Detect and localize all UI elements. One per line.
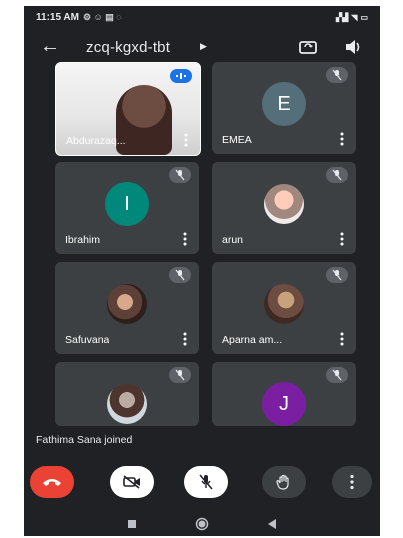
mic-off-icon <box>326 167 348 183</box>
participant-name: Aparna am... <box>222 334 283 346</box>
status-system-icons: ▞▟ ◥ ▭ <box>336 13 368 22</box>
mic-off-icon <box>326 67 348 83</box>
participant-tile[interactable]: E EMEA <box>212 62 356 154</box>
meeting-code[interactable]: zcq-kgxd-tbt <box>86 39 170 56</box>
home-icon[interactable] <box>195 517 209 531</box>
more-vert-icon <box>350 474 354 490</box>
more-options-icon[interactable] <box>181 232 189 246</box>
more-options-icon[interactable] <box>338 332 346 346</box>
camera-toggle-button[interactable] <box>110 466 154 498</box>
back-arrow-icon[interactable]: ← <box>38 34 62 58</box>
participant-tile[interactable] <box>55 362 199 426</box>
system-nav-bar <box>24 511 380 536</box>
end-call-icon <box>43 479 61 486</box>
participant-tile[interactable]: Abdurazaq... <box>55 62 201 156</box>
participant-name: arun <box>222 234 244 246</box>
more-options-icon[interactable] <box>181 332 189 346</box>
recents-icon[interactable] <box>127 519 137 529</box>
participant-avatar: I <box>105 182 149 226</box>
join-notification: Fathima Sana joined <box>36 434 133 446</box>
call-controls <box>24 464 380 504</box>
participant-tile[interactable]: Safuvana <box>55 262 199 354</box>
participant-avatar-photo <box>107 384 147 424</box>
mic-off-icon <box>169 267 191 283</box>
battery-icon: ▭ <box>360 12 368 22</box>
speaker-icon[interactable] <box>342 36 364 58</box>
participant-name: Ibrahim <box>65 234 101 246</box>
back-triangle-icon[interactable] <box>267 518 277 530</box>
participant-name: Abdurazaq... <box>66 135 126 147</box>
more-options-button[interactable] <box>332 466 372 498</box>
wifi-icon: ◥ <box>351 12 358 22</box>
camera-off-icon <box>123 475 140 489</box>
mic-off-icon <box>199 474 213 490</box>
participant-avatar: J <box>262 382 306 426</box>
switch-camera-icon[interactable] <box>297 36 319 58</box>
participant-name: EMEA <box>222 134 252 146</box>
participant-tile[interactable]: arun <box>212 162 356 254</box>
more-options-icon[interactable] <box>182 133 190 147</box>
mic-off-icon <box>169 367 191 383</box>
mic-off-icon <box>326 267 348 283</box>
participant-name: Safuvana <box>65 334 110 346</box>
participant-tile[interactable]: J <box>212 362 356 426</box>
end-call-button[interactable] <box>30 466 74 498</box>
more-options-icon[interactable] <box>338 232 346 246</box>
meet-screen: 11:15 AM ⚙ ☺ ▤ ◌ ▞▟ ◥ ▭ ← zcq-kgxd-tbt ▶ <box>24 6 380 536</box>
status-bar: 11:15 AM ⚙ ☺ ▤ ◌ ▞▟ ◥ ▭ <box>24 6 380 28</box>
more-options-icon[interactable] <box>338 132 346 146</box>
status-notification-icons: ⚙ ☺ ▤ ◌ <box>82 11 122 22</box>
participant-avatar-photo <box>264 184 304 224</box>
caret-right-icon[interactable]: ▶ <box>200 41 207 52</box>
participant-avatar-photo <box>264 284 304 324</box>
signal-icon: ▞▟ <box>335 12 349 22</box>
speaking-indicator-icon <box>170 69 192 83</box>
mic-toggle-button[interactable] <box>184 466 228 498</box>
participant-tile[interactable]: Aparna am... <box>212 262 356 354</box>
participant-avatar: E <box>262 82 306 126</box>
participant-avatar-photo <box>107 284 147 324</box>
status-time: 11:15 AM <box>36 11 79 23</box>
raise-hand-icon <box>276 474 289 490</box>
participant-tile[interactable]: I Ibrahim <box>55 162 199 254</box>
mic-off-icon <box>326 367 348 383</box>
mic-off-icon <box>169 167 191 183</box>
app-bar: ← zcq-kgxd-tbt ▶ <box>24 30 380 64</box>
raise-hand-button[interactable] <box>262 466 306 498</box>
